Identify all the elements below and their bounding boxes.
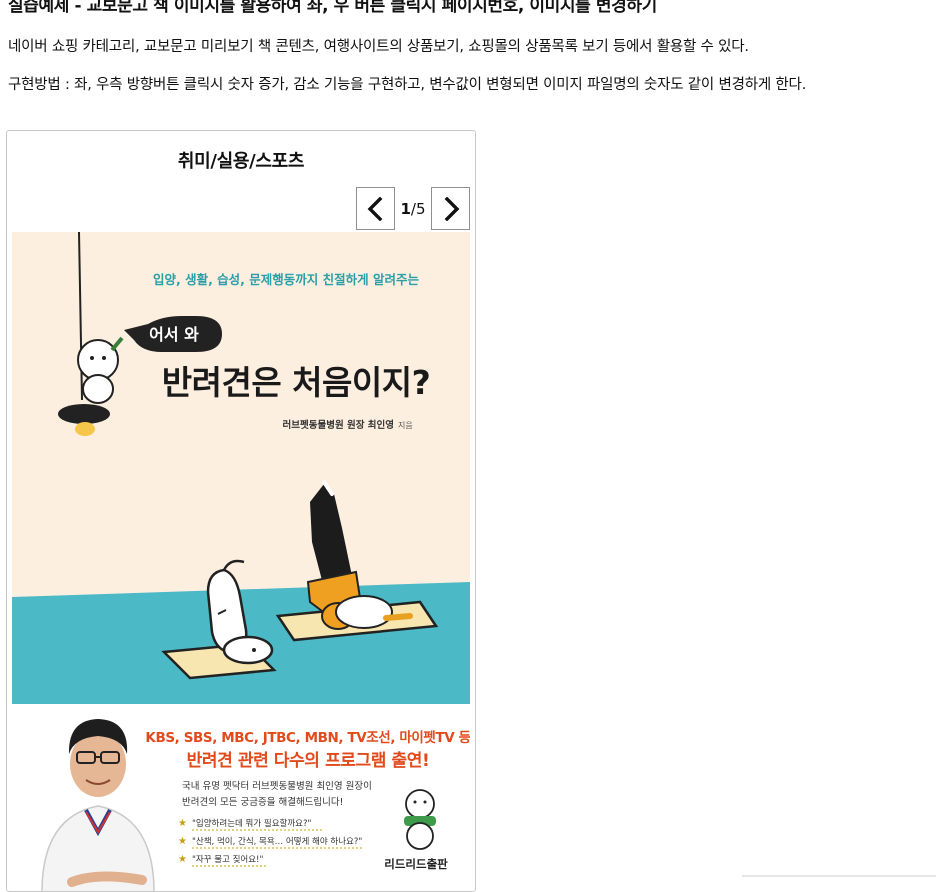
book-cover-image: 어서 와 입양, 생활, 습성, 문제행동까지 친절하게 알려주는 반려견은 처… <box>12 232 470 891</box>
publisher-logo <box>404 789 436 850</box>
quote-2: "산책, 먹이, 간식, 목욕… 어떻게 해야 하나요?" <box>192 836 362 847</box>
method-paragraph: 구현방법 : 좌, 우측 방향버튼 클릭시 숫자 증가, 감소 기능을 구현하고… <box>8 77 807 93</box>
prev-button[interactable] <box>356 187 395 230</box>
usage-paragraph: 네이버 쇼핑 카테고리, 교보문고 미리보기 책 콘텐츠, 여행사이트의 상품보… <box>8 39 749 55</box>
book-tagline: 입양, 생활, 습성, 문제행동까지 친절하게 알려주는 <box>153 272 420 287</box>
publisher-name: 리드리드출판 <box>384 857 448 871</box>
quote-3: "자꾸 물고 짖어요!" <box>192 854 263 865</box>
chevron-left-icon <box>367 196 382 221</box>
next-button[interactable] <box>431 187 470 230</box>
total-pages: /5 <box>410 199 426 218</box>
current-page: 1 <box>400 199 411 218</box>
book-title: 반려견은 처음이지? <box>162 363 431 402</box>
promo-line-1: KBS, SBS, MBC, JTBC, MBN, TV조선, 마이펫TV 등 <box>145 729 470 746</box>
chevron-right-icon <box>444 196 459 221</box>
blurb-line-1: 국내 유명 펫닥터 러브펫동물병원 최인영 원장이 <box>182 781 372 792</box>
blurb-line-2: 반려견의 모든 궁금증을 해결해드립니다! <box>182 796 343 808</box>
star-icon: ★ <box>178 854 187 865</box>
pager: 1/5 <box>356 186 470 231</box>
promo-line-2: 반려견 관련 다수의 프로그램 출연! <box>187 751 430 771</box>
book-preview-widget: 취미/실용/스포츠 1/5 어서 와 입양, 생활, 습성, 문제행동까지 친절… <box>6 130 476 892</box>
book-author-suffix: 지음 <box>398 421 413 430</box>
star-icon: ★ <box>178 836 187 847</box>
quote-1: "입양하려는데 뭐가 필요할까요?" <box>192 818 311 829</box>
category-title: 취미/실용/스포츠 <box>177 151 305 172</box>
book-author: 러브펫동물병원 원장 최인영 <box>283 419 395 431</box>
page-counter: 1/5 <box>395 200 431 218</box>
bubble-text: 어서 와 <box>149 325 199 344</box>
star-icon: ★ <box>178 818 187 829</box>
page-title: 실습예제 - 교보문고 책 이미지를 활용하여 좌, 우 버튼 클릭시 페이지번… <box>8 0 657 16</box>
